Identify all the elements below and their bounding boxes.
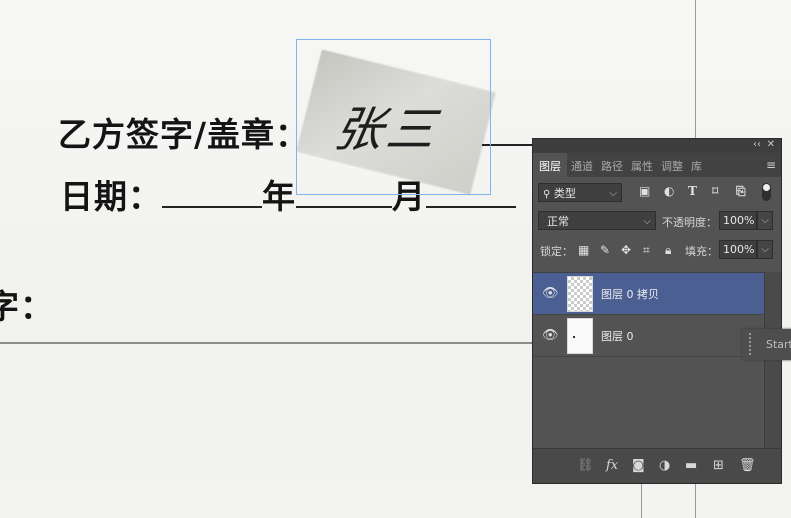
date-label: 日期： bbox=[60, 177, 162, 216]
year-blank bbox=[162, 178, 262, 208]
guide-line-vertical-1 bbox=[695, 0, 696, 140]
filter-pixel-icon[interactable]: ▣ bbox=[639, 184, 650, 198]
layers-list: 👁︎ 图层 0 拷贝 👁︎ 图层 0 bbox=[533, 272, 765, 450]
tab-properties[interactable]: 属性 bbox=[627, 153, 657, 177]
blend-mode-value: 正常 bbox=[547, 215, 569, 228]
new-group-folder-icon[interactable]: ▬ bbox=[685, 458, 697, 473]
tab-layers[interactable]: 图层 bbox=[533, 153, 567, 177]
layers-scrollbar[interactable] bbox=[764, 272, 781, 449]
lock-artboard-icon[interactable]: ⌗ bbox=[643, 243, 650, 258]
layer-row[interactable]: 👁︎ 图层 0 拷贝 bbox=[533, 273, 765, 315]
lock-label: 锁定： bbox=[540, 245, 573, 258]
opacity-input[interactable]: 100% bbox=[719, 211, 757, 230]
layers-bottom-toolbar: ⛓ fx ◙ ◑ ▬ ⊞ 🗑︎ bbox=[533, 448, 781, 483]
start-tab-label: Start bbox=[766, 338, 791, 351]
lock-transparency-icon[interactable]: ▦ bbox=[578, 243, 589, 257]
opacity-label: 不透明度： bbox=[662, 216, 717, 229]
fill-input[interactable]: 100% bbox=[719, 240, 757, 259]
tab-channels[interactable]: 通道 bbox=[567, 153, 597, 177]
layer-name[interactable]: 图层 0 拷贝 bbox=[601, 286, 659, 302]
panel-title-bar[interactable]: ‹‹ ✕ bbox=[533, 139, 781, 153]
filter-row: ⚲ 类型 ⌵ ▣ ◐ T ⌑ ⎘ bbox=[533, 177, 781, 206]
layer-name[interactable]: 图层 0 bbox=[601, 328, 634, 344]
lock-all-icon[interactable]: 🔒︎ bbox=[665, 243, 671, 258]
layer-thumbnail bbox=[567, 276, 593, 312]
visibility-eye-icon[interactable]: 👁︎ bbox=[542, 328, 559, 343]
chevron-down-icon: ⌵ bbox=[643, 216, 651, 227]
lock-position-icon[interactable]: ✥ bbox=[621, 243, 631, 257]
delete-layer-icon[interactable]: 🗑︎ bbox=[739, 458, 756, 473]
drag-grip-icon[interactable] bbox=[748, 332, 752, 357]
visibility-eye-icon[interactable]: 👁︎ bbox=[542, 286, 559, 301]
lock-image-pixels-icon[interactable]: ✎ bbox=[600, 243, 610, 257]
chevron-down-icon: ⌵ bbox=[609, 188, 617, 199]
guide-line-vertical-2 bbox=[641, 480, 642, 518]
close-icon[interactable]: ✕ bbox=[767, 139, 775, 150]
layer-style-fx-icon[interactable]: fx bbox=[606, 458, 618, 473]
blend-row: 正常 ⌵ 不透明度： 100% ⌵ bbox=[533, 206, 781, 235]
filter-type-icon[interactable]: T bbox=[688, 184, 697, 198]
panel-tab-bar: 图层 通道 路径 属性 调整 库 ≡ bbox=[533, 153, 781, 177]
filter-adjustment-icon[interactable]: ◐ bbox=[664, 184, 674, 198]
layer-row[interactable]: 👁︎ 图层 0 bbox=[533, 315, 765, 357]
document-divider-line bbox=[0, 342, 533, 344]
new-layer-icon[interactable]: ⊞ bbox=[713, 458, 724, 473]
thumbnail-mark bbox=[573, 336, 575, 338]
layer-thumbnail bbox=[567, 318, 593, 354]
filter-smart-object-icon[interactable]: ⎘ bbox=[736, 184, 746, 199]
start-panel-tab[interactable]: Start bbox=[742, 329, 791, 360]
layers-panel: ‹‹ ✕ 图层 通道 路径 属性 调整 库 ≡ ⚲ 类型 ⌵ ▣ ◐ T ⌑ ⎘… bbox=[533, 139, 781, 483]
tab-paths[interactable]: 路径 bbox=[597, 153, 627, 177]
opacity-dropdown-button[interactable]: ⌵ bbox=[757, 211, 773, 230]
guide-line-vertical-3 bbox=[695, 480, 696, 518]
link-layers-icon[interactable]: ⛓ bbox=[577, 458, 594, 473]
fill-dropdown-button[interactable]: ⌵ bbox=[757, 240, 773, 259]
filter-toggle[interactable] bbox=[762, 183, 771, 201]
toggle-knob bbox=[763, 184, 770, 191]
adjustment-layer-icon[interactable]: ◑ bbox=[659, 458, 670, 473]
transform-bounding-box[interactable] bbox=[296, 39, 491, 195]
cut-off-label: 字： bbox=[0, 287, 54, 326]
blend-mode-select[interactable]: 正常 ⌵ bbox=[538, 211, 656, 230]
add-mask-icon[interactable]: ◙ bbox=[632, 458, 645, 473]
fill-label: 填充： bbox=[685, 245, 718, 258]
filter-shape-icon[interactable]: ⌑ bbox=[712, 184, 718, 198]
collapse-panel-icon[interactable]: ‹‹ bbox=[753, 139, 761, 150]
panel-menu-icon[interactable]: ≡ bbox=[766, 158, 776, 172]
signature-label: 乙方签字/盖章： bbox=[58, 115, 310, 154]
filter-type-value: 类型 bbox=[553, 187, 576, 200]
tab-adjustments[interactable]: 调整 bbox=[657, 153, 687, 177]
filter-type-select[interactable]: ⚲ 类型 ⌵ bbox=[538, 183, 622, 202]
tab-libraries[interactable]: 库 bbox=[687, 153, 706, 177]
year-char: 年 bbox=[262, 177, 296, 216]
lock-row: 锁定： ▦ ✎ ✥ ⌗ 🔒︎ 填充： 100% ⌵ bbox=[533, 235, 781, 264]
search-icon: ⚲ bbox=[543, 189, 551, 200]
